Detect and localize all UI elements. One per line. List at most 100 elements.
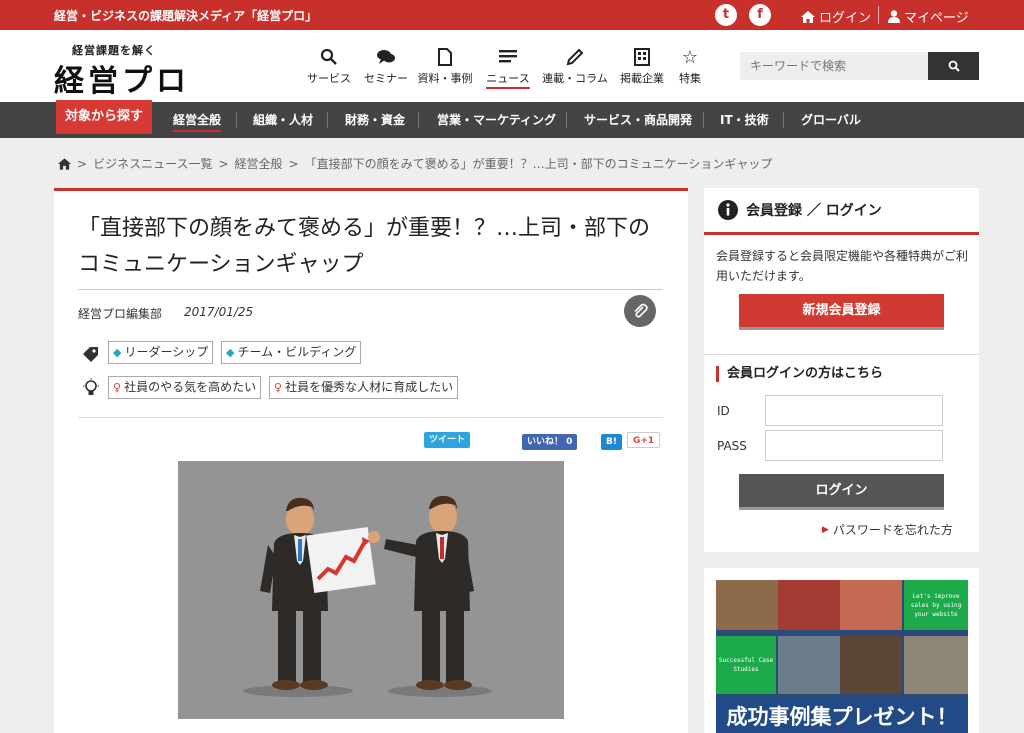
register-button[interactable]: 新規会員登録 [739, 294, 944, 330]
nav-label: 連載・コラム [542, 72, 608, 85]
nav-column[interactable]: 連載・コラム [542, 46, 608, 86]
pass-label: PASS [717, 439, 747, 453]
clip-button[interactable] [624, 295, 656, 327]
paperclip-icon [634, 303, 648, 318]
nav-companies[interactable]: 掲載企業 [618, 46, 666, 86]
nav-service[interactable]: サービス [307, 46, 351, 86]
tag-leadership[interactable]: ◆ リーダーシップ [108, 341, 214, 364]
tag-team-building[interactable]: ◆ チーム・ビルディング [221, 341, 362, 364]
mypage-link[interactable]: マイページ [888, 7, 969, 26]
breadcrumb-separator: > [218, 156, 229, 171]
twitter-icon[interactable]: t [715, 4, 737, 26]
businessmen-illustration [243, 495, 492, 697]
member-sidebar: 会員登録 ／ ログイン 会員登録すると会員限定機能や各種特典がご利用いただけます… [704, 188, 979, 552]
mypage-label: マイページ [904, 11, 969, 26]
banner-case-box: Successful Case Studies [716, 636, 776, 694]
id-label: ID [717, 404, 730, 418]
issue-marker-icon: ♀ [274, 381, 283, 394]
search-icon [320, 46, 338, 68]
article-date: 2017/01/25 [184, 305, 254, 319]
login-label: ログイン [819, 11, 872, 26]
password-field[interactable] [765, 430, 943, 461]
breadcrumb-separator: > [288, 156, 299, 171]
lightbulb-icon [80, 377, 102, 399]
category-management[interactable]: 経営全般 [173, 102, 222, 138]
category-divider [418, 112, 419, 128]
banner-photo [904, 636, 968, 694]
id-field[interactable] [765, 395, 943, 426]
breadcrumb-separator: > [77, 156, 88, 171]
sidebar-accent-rule [704, 232, 979, 235]
user-icon [888, 10, 900, 23]
google-plus-button[interactable]: G+1 [627, 432, 661, 448]
find-by-target-button[interactable]: 対象から探す [56, 100, 152, 134]
tag-icon [80, 344, 102, 366]
top-bar: 経営・ビジネスの課題解決メディア「経営プロ」 t f ログイン マイページ [0, 0, 1024, 30]
site-tagline: 経営・ビジネスの課題解決メディア「経営プロ」 [54, 9, 318, 23]
tag-label: リーダーシップ [124, 345, 209, 359]
issue-label: 社員を優秀な人材に育成したい [285, 380, 454, 394]
login-link[interactable]: ログイン [801, 7, 871, 26]
tag-marker-icon: ◆ [113, 346, 122, 359]
issue-marker-icon: ♀ [113, 381, 122, 394]
search-button[interactable] [928, 52, 979, 80]
search-icon [948, 60, 960, 72]
category-divider [703, 112, 704, 128]
breadcrumb-category[interactable]: 経営全般 [235, 155, 283, 172]
banner-photo [778, 580, 840, 630]
category-global[interactable]: グローバル [801, 102, 861, 138]
banner-photo [716, 580, 778, 630]
member-heading: 会員登録 ／ ログイン [718, 200, 882, 220]
forgot-password-link[interactable]: ▶ パスワードを忘れた方 [822, 521, 953, 538]
member-heading-label: 会員登録 ／ ログイン [746, 203, 882, 219]
forgot-password-label: パスワードを忘れた方 [832, 523, 953, 537]
login-heading: 会員ログインの方はこちら [716, 366, 883, 382]
issue-motivation[interactable]: ♀ 社員のやる気を高めたい [108, 376, 262, 399]
category-divider [783, 112, 784, 128]
category-bar: 対象から探す 経営全般 組織・人材 財務・資金 営業・マーケティング サービス・… [0, 100, 1024, 138]
nav-feature[interactable]: ☆ 特集 [676, 46, 704, 86]
category-divider [236, 112, 237, 128]
category-organization[interactable]: 組織・人材 [253, 102, 313, 138]
category-it[interactable]: IT・技術 [720, 102, 769, 138]
nav-label: 資料・事例 [417, 72, 473, 85]
search-input[interactable] [740, 52, 928, 80]
article-title: 「直接部下の顔をみて褒める」が重要！？…上司・部下のコミュニケーションギャップ [78, 216, 651, 277]
chat-icon [376, 46, 396, 68]
title-divider [78, 289, 663, 290]
member-description: 会員登録すると会員限定機能や各種特典がご利用いただけます。 [716, 249, 969, 283]
category-sales-marketing[interactable]: 営業・マーケティング [437, 102, 556, 138]
tweet-button[interactable]: ツイート [424, 432, 471, 448]
breadcrumb-current: 「直接部下の顔をみて褒める」が重要！？…上司・部下のコミュニケーションギャップ [304, 157, 773, 171]
nav-label: セミナー [364, 72, 408, 85]
breadcrumb-news-list[interactable]: ビジネスニュース一覧 [93, 155, 212, 172]
home-icon[interactable] [58, 157, 71, 170]
site-logo[interactable]: 経営プロ [54, 56, 190, 100]
nav-label: サービス [307, 72, 351, 85]
issue-label: 社員のやる気を高めたい [124, 380, 257, 394]
building-icon [634, 46, 650, 68]
case-studies-banner[interactable]: Let's improve sales by using your websit… [716, 580, 968, 733]
category-divider [566, 112, 567, 128]
nav-news[interactable]: ニュース [484, 46, 532, 89]
category-finance[interactable]: 財務・資金 [345, 102, 405, 138]
nav-documents[interactable]: 資料・事例 [417, 46, 473, 86]
login-button[interactable]: ログイン [739, 474, 944, 510]
category-product-dev[interactable]: サービス・商品開発 [584, 102, 692, 138]
star-icon: ☆ [681, 46, 699, 68]
document-icon [438, 46, 452, 68]
home-icon [801, 10, 815, 23]
hatena-bookmark-button[interactable]: B! [601, 434, 622, 450]
pencil-icon [566, 46, 584, 68]
facebook-icon[interactable]: f [749, 4, 771, 26]
sidebar-divider [704, 354, 979, 355]
nav-label: 掲載企業 [620, 72, 664, 85]
nav-seminar[interactable]: セミナー [364, 46, 408, 86]
facebook-like-button[interactable]: いいね！ 0 [522, 434, 578, 450]
article-card: 「直接部下の顔をみて褒める」が重要！？…上司・部下のコミュニケーションギャップ … [54, 188, 688, 733]
article-hero-image [178, 461, 564, 719]
issue-talent-development[interactable]: ♀ 社員を優秀な人材に育成したい [269, 376, 459, 399]
info-icon [718, 200, 738, 220]
banner-card: Let's improve sales by using your websit… [704, 568, 979, 733]
banner-photo [778, 636, 840, 694]
